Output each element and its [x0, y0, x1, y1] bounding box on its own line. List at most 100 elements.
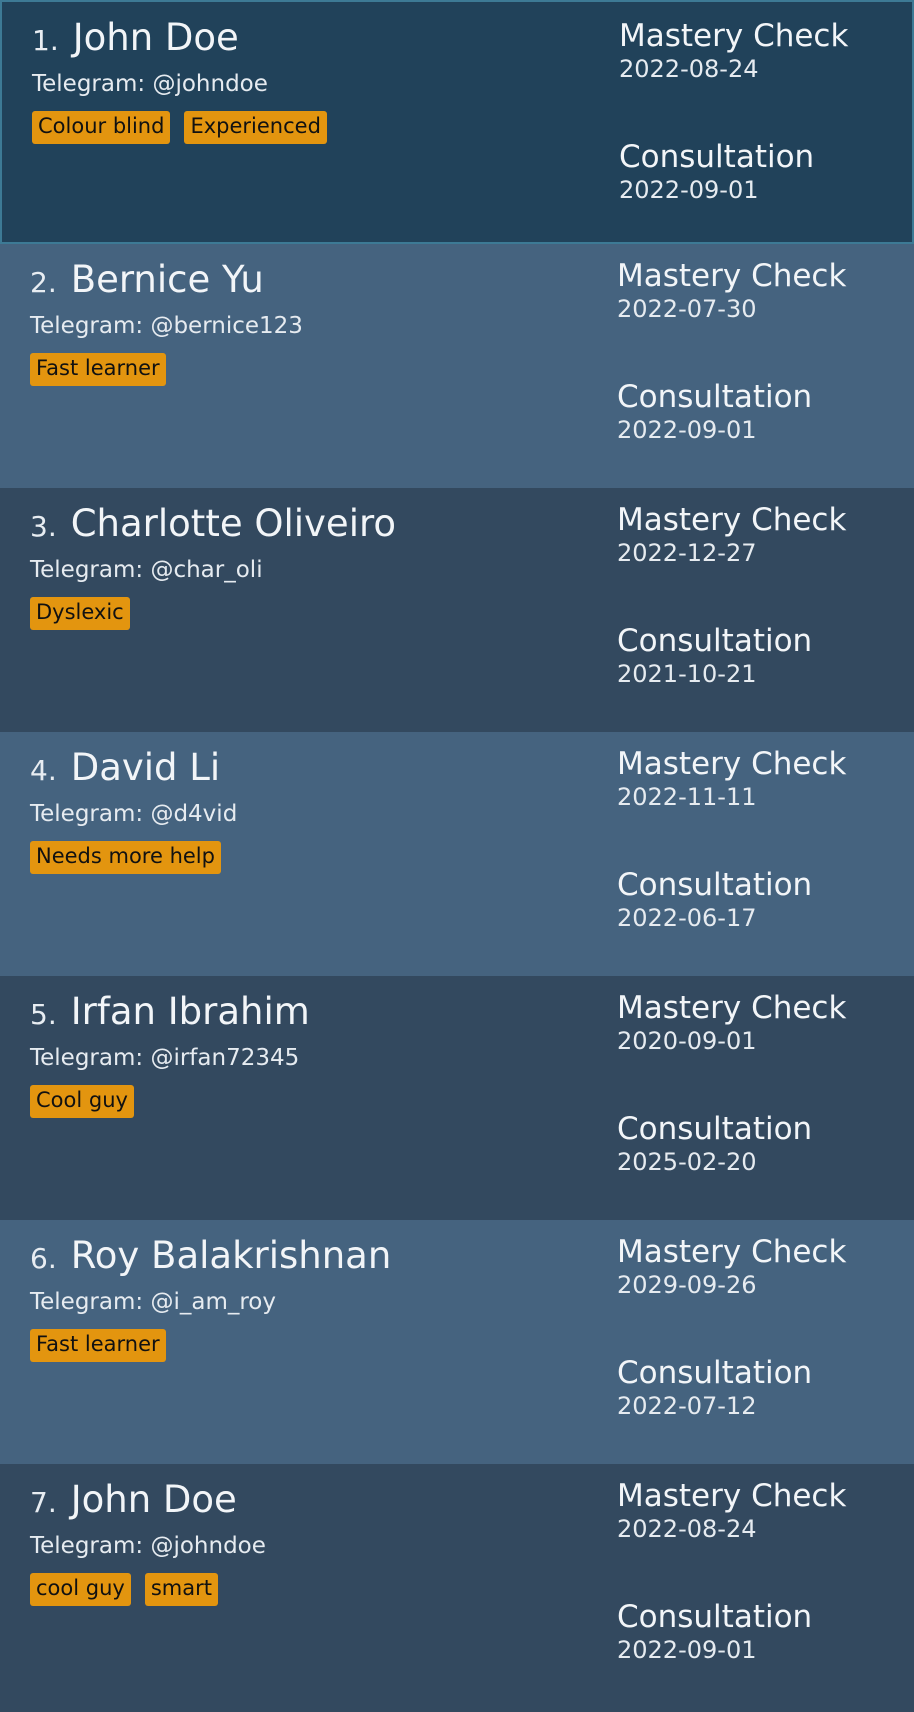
mastery-check-label: Mastery Check	[617, 502, 847, 538]
student-info: 5. Irfan Ibrahim Telegram: @irfan72345 C…	[30, 990, 590, 1118]
tag-list: Cool guy	[30, 1085, 590, 1118]
name-line: 1. John Doe	[32, 16, 592, 59]
telegram-handle: @i_am_roy	[150, 1289, 276, 1315]
student-name: Bernice Yu	[70, 258, 264, 301]
student-card[interactable]: 3. Charlotte Oliveiro Telegram: @char_ol…	[0, 488, 914, 732]
student-name: John Doe	[70, 1478, 237, 1521]
tag: Fast learner	[30, 353, 166, 386]
mastery-check-label: Mastery Check	[617, 1478, 847, 1514]
student-index: 7.	[30, 1486, 57, 1519]
consultation-label: Consultation	[617, 1355, 813, 1391]
student-card[interactable]: 4. David Li Telegram: @d4vid Needs more …	[0, 732, 914, 976]
mastery-check-date: 2022-08-24	[619, 55, 759, 83]
student-index: 2.	[30, 266, 57, 299]
telegram-label: Telegram:	[30, 1045, 144, 1071]
tag: smart	[144, 1573, 218, 1606]
student-info: 3. Charlotte Oliveiro Telegram: @char_ol…	[30, 502, 590, 630]
mastery-check-label: Mastery Check	[617, 258, 847, 294]
mastery-check-label: Mastery Check	[619, 18, 849, 54]
telegram-line: Telegram: @char_oli	[30, 557, 590, 583]
consultation-label: Consultation	[619, 139, 815, 175]
student-name: Roy Balakrishnan	[70, 1234, 392, 1277]
consultation-label: Consultation	[617, 379, 813, 415]
name-line: 4. David Li	[30, 746, 590, 789]
tag: Needs more help	[30, 841, 221, 874]
tag: Fast learner	[30, 1329, 166, 1362]
tag: cool guy	[30, 1573, 131, 1606]
consultation-label: Consultation	[617, 623, 813, 659]
mastery-check-label: Mastery Check	[617, 1234, 847, 1270]
telegram-label: Telegram:	[30, 1533, 144, 1559]
student-name: Charlotte Oliveiro	[70, 502, 397, 545]
student-card[interactable]: 5. Irfan Ibrahim Telegram: @irfan72345 C…	[0, 976, 914, 1220]
student-info: 6. Roy Balakrishnan Telegram: @i_am_roy …	[30, 1234, 590, 1362]
telegram-handle: @johndoe	[150, 1533, 266, 1559]
tag: Dyslexic	[30, 597, 130, 630]
appointments: Mastery Check 2022-07-30 Consultation 20…	[617, 258, 907, 445]
student-name: David Li	[70, 746, 221, 789]
telegram-label: Telegram:	[30, 313, 144, 339]
telegram-handle: @johndoe	[152, 71, 268, 97]
tag-list: Dyslexic	[30, 597, 590, 630]
appointments: Mastery Check 2022-08-24 Consultation 20…	[617, 1478, 907, 1665]
student-info: 4. David Li Telegram: @d4vid Needs more …	[30, 746, 590, 874]
student-info: 2. Bernice Yu Telegram: @bernice123 Fast…	[30, 258, 590, 386]
telegram-label: Telegram:	[30, 557, 144, 583]
tag-list: Colour blind Experienced	[32, 111, 592, 144]
tag: Cool guy	[30, 1085, 134, 1118]
student-card[interactable]: 2. Bernice Yu Telegram: @bernice123 Fast…	[0, 244, 914, 488]
consultation-label: Consultation	[617, 1599, 813, 1635]
telegram-label: Telegram:	[32, 71, 146, 97]
mastery-check-date: 2022-07-30	[617, 295, 757, 323]
student-index: 5.	[30, 998, 57, 1031]
telegram-label: Telegram:	[30, 801, 144, 827]
student-card[interactable]: 6. Roy Balakrishnan Telegram: @i_am_roy …	[0, 1220, 914, 1464]
telegram-line: Telegram: @johndoe	[32, 71, 592, 97]
tag: Experienced	[184, 111, 327, 144]
appointments: Mastery Check 2022-12-27 Consultation 20…	[617, 502, 907, 689]
consultation-label: Consultation	[617, 867, 813, 903]
name-line: 3. Charlotte Oliveiro	[30, 502, 590, 545]
telegram-handle: @irfan72345	[150, 1045, 300, 1071]
appointments: Mastery Check 2029-09-26 Consultation 20…	[617, 1234, 907, 1421]
appointments: Mastery Check 2022-08-24 Consultation 20…	[619, 18, 909, 205]
appointments: Mastery Check 2020-09-01 Consultation 20…	[617, 990, 907, 1177]
student-index: 6.	[30, 1242, 57, 1275]
appointments: Mastery Check 2022-11-11 Consultation 20…	[617, 746, 907, 933]
student-card[interactable]: 7. John Doe Telegram: @johndoe cool guy …	[0, 1464, 914, 1708]
student-name: Irfan Ibrahim	[70, 990, 310, 1033]
student-list[interactable]: 1. John Doe Telegram: @johndoe Colour bl…	[0, 0, 914, 1712]
tag-list: cool guy smart	[30, 1573, 590, 1606]
tag-list: Fast learner	[30, 353, 590, 386]
student-index: 4.	[30, 754, 57, 787]
student-info: 1. John Doe Telegram: @johndoe Colour bl…	[32, 16, 592, 144]
telegram-handle: @bernice123	[150, 313, 303, 339]
name-line: 5. Irfan Ibrahim	[30, 990, 590, 1033]
student-index: 3.	[30, 510, 57, 543]
telegram-line: Telegram: @d4vid	[30, 801, 590, 827]
consultation-date: 2022-09-01	[617, 1636, 757, 1664]
tag: Colour blind	[32, 111, 171, 144]
tag-list: Needs more help	[30, 841, 590, 874]
telegram-line: Telegram: @johndoe	[30, 1533, 590, 1559]
telegram-handle: @char_oli	[150, 557, 263, 583]
telegram-line: Telegram: @irfan72345	[30, 1045, 590, 1071]
student-index: 1.	[32, 24, 59, 57]
telegram-label: Telegram:	[30, 1289, 144, 1315]
mastery-check-date: 2022-12-27	[617, 539, 757, 567]
telegram-line: Telegram: @i_am_roy	[30, 1289, 590, 1315]
consultation-date: 2022-09-01	[617, 416, 757, 444]
student-card[interactable]: 1. John Doe Telegram: @johndoe Colour bl…	[0, 0, 914, 244]
name-line: 6. Roy Balakrishnan	[30, 1234, 590, 1277]
name-line: 2. Bernice Yu	[30, 258, 590, 301]
tag-list: Fast learner	[30, 1329, 590, 1362]
consultation-date: 2022-09-01	[619, 176, 759, 204]
telegram-handle: @d4vid	[150, 801, 238, 827]
consultation-date: 2021-10-21	[617, 660, 757, 688]
mastery-check-date: 2020-09-01	[617, 1027, 757, 1055]
consultation-date: 2022-06-17	[617, 904, 757, 932]
mastery-check-label: Mastery Check	[617, 746, 847, 782]
consultation-label: Consultation	[617, 1111, 813, 1147]
telegram-line: Telegram: @bernice123	[30, 313, 590, 339]
student-info: 7. John Doe Telegram: @johndoe cool guy …	[30, 1478, 590, 1606]
